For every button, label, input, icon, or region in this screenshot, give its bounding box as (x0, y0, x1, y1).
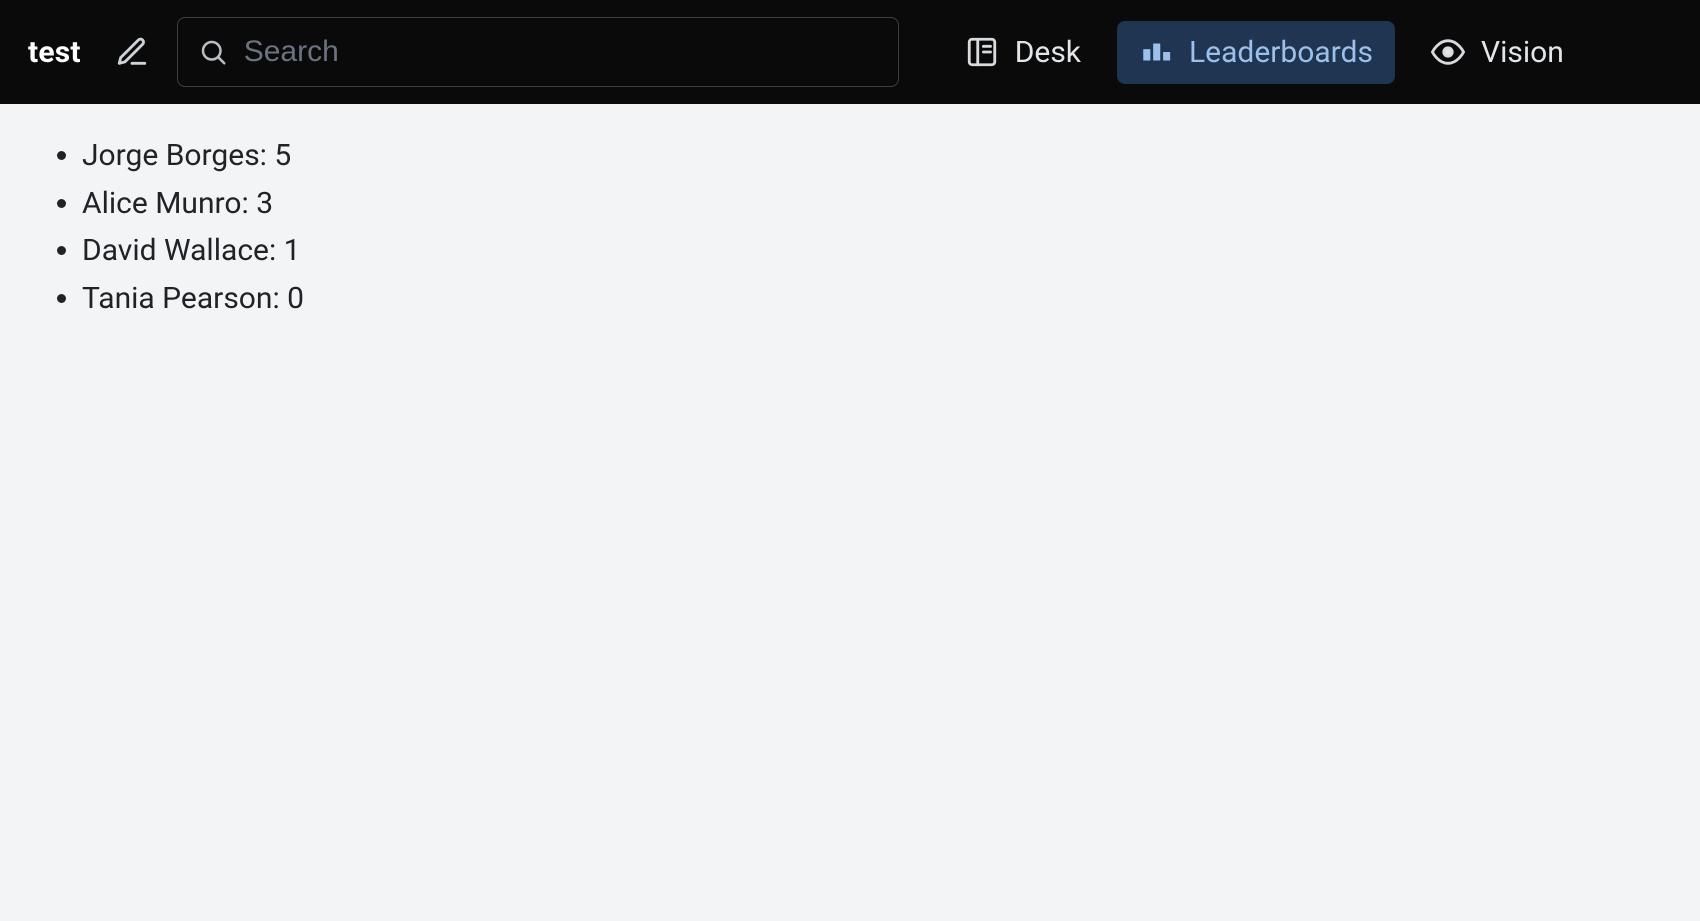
topbar: test Desk (0, 0, 1700, 104)
tab-leaderboards[interactable]: Leaderboards (1117, 21, 1395, 84)
leaderboard-item: David Wallace: 1 (82, 227, 1670, 275)
panel-left-icon (965, 35, 999, 69)
tab-leaderboards-label: Leaderboards (1189, 35, 1373, 70)
leaderboard-item: Alice Munro: 3 (82, 180, 1670, 228)
leaderboard-item: Jorge Borges: 5 (82, 132, 1670, 180)
bar-chart-icon (1139, 35, 1173, 69)
leaderboard-list: Jorge Borges: 5Alice Munro: 3David Walla… (30, 132, 1670, 322)
search-input[interactable] (244, 35, 878, 69)
brand-title: test (28, 35, 87, 70)
compose-button[interactable] (111, 31, 153, 73)
search-field[interactable] (177, 17, 899, 87)
search-icon (198, 37, 228, 67)
main-content: Jorge Borges: 5Alice Munro: 3David Walla… (0, 104, 1700, 350)
tab-desk-label: Desk (1015, 35, 1081, 70)
tab-vision-label: Vision (1481, 35, 1564, 70)
nav-tabs: Desk Leaderboards Vision (943, 21, 1586, 84)
tab-desk[interactable]: Desk (943, 21, 1103, 84)
eye-icon (1431, 35, 1465, 69)
edit-icon (115, 35, 149, 69)
leaderboard-item: Tania Pearson: 0 (82, 275, 1670, 323)
tab-vision[interactable]: Vision (1409, 21, 1586, 84)
